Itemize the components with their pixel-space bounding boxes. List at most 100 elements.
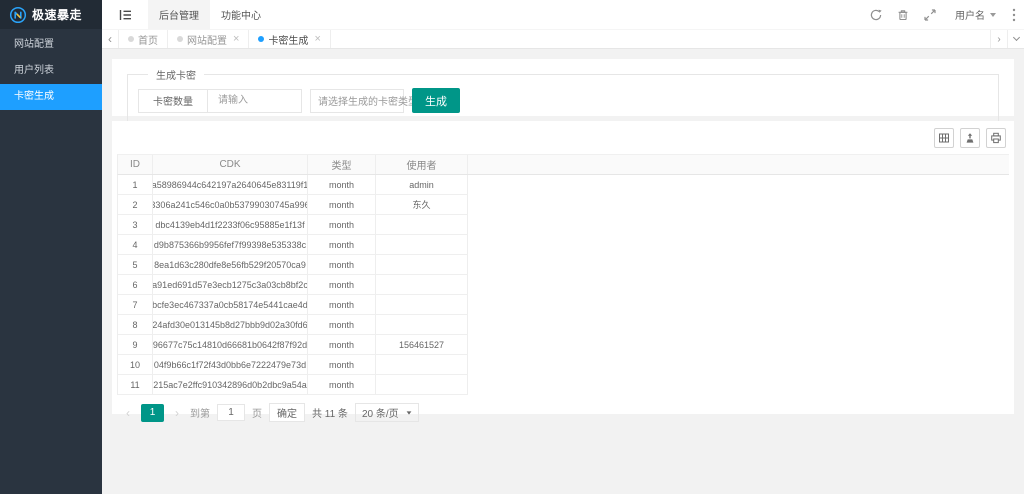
table-cell: 8ea1d63c280dfe8e56fb529f20570ca9 (153, 255, 308, 274)
tab-dot-icon (177, 36, 183, 42)
export-button[interactable] (960, 128, 980, 148)
trash-icon (897, 9, 909, 21)
card-type-placeholder: 请选择生成的卡密类型 (318, 93, 418, 108)
table-row: 58ea1d63c280dfe8e56fb529f20570ca9month (118, 255, 468, 275)
collapse-sidebar-button[interactable] (102, 0, 148, 29)
sidebar-item-card-key-generate[interactable]: 卡密生成 (0, 84, 102, 110)
table-cell: month (308, 295, 376, 314)
table-body: 1a58986944c642197a2640645e83119f1monthad… (117, 175, 468, 395)
tabs-scroll-right-button[interactable]: › (990, 30, 1007, 48)
quantity-input[interactable] (207, 89, 302, 113)
tab-card-key-generate[interactable]: 卡密生成× (249, 30, 330, 48)
goto-prefix-label: 到第 (190, 405, 210, 420)
table-cell: 156461527 (376, 335, 468, 354)
tabs-scroll-left-button[interactable]: ‹ (102, 30, 119, 48)
quantity-label: 卡密数量 (138, 89, 208, 113)
app-window: 极速暴走 网站配置用户列表卡密生成 后台管理 功能中心 (0, 0, 1024, 494)
table-toolbar (117, 125, 1009, 154)
table-cell: 24afd30e013145b8d27bbb9d02a30fd6 (153, 315, 308, 334)
next-page-button[interactable]: › (171, 406, 183, 420)
clear-cache-button[interactable] (889, 0, 916, 29)
goto-suffix-label: 页 (252, 405, 262, 420)
sidebar-item-user-list[interactable]: 用户列表 (0, 58, 102, 84)
table-cell: a91ed691d57e3ecb1275c3a03cb8bf2c (153, 275, 308, 294)
print-button[interactable] (986, 128, 1006, 148)
goto-confirm-button[interactable]: 确定 (269, 403, 305, 422)
table-cell (376, 315, 468, 334)
current-page-button[interactable]: 1 (141, 404, 164, 422)
refresh-button[interactable] (862, 0, 889, 29)
table-cell: 10 (118, 355, 153, 374)
column-header-id[interactable]: ID (118, 155, 153, 174)
tab-home[interactable]: 首页 (119, 30, 168, 48)
table-cell: 2 (118, 195, 153, 214)
filter-columns-icon (938, 132, 950, 144)
tab-site-config[interactable]: 网站配置 × (168, 30, 249, 48)
fullscreen-button[interactable] (916, 0, 943, 29)
page-size-select[interactable]: 20 条/页 (355, 403, 419, 422)
topnav-tab-admin[interactable]: 后台管理 (148, 0, 210, 29)
table-cell: 9 (118, 335, 153, 354)
tabs-menu-button[interactable] (1007, 30, 1024, 48)
table-row: 11215ac7e2ffc910342896d0b2dbc9a54amonth (118, 375, 468, 395)
table-cell: admin (376, 175, 468, 194)
print-icon (990, 132, 1002, 144)
filter-columns-button[interactable] (934, 128, 954, 148)
table-card: ID CDK 类型 使用者 1a58986944c642197a2640645e… (112, 121, 1014, 414)
refresh-icon (870, 9, 882, 21)
tab-close-icon[interactable]: × (314, 34, 320, 45)
table-cell (376, 355, 468, 374)
table-cell (376, 255, 468, 274)
user-menu[interactable]: 用户名 (943, 0, 1006, 29)
page-size-label: 20 条/页 (362, 405, 399, 420)
user-caret-icon (990, 13, 996, 17)
fullscreen-icon (924, 9, 936, 21)
table-cell: month (308, 275, 376, 294)
generate-card: 生成卡密 卡密数量 请选择生成的卡密类型 生成 (112, 59, 1014, 116)
prev-page-button[interactable]: ‹ (122, 406, 134, 420)
column-header-cdk[interactable]: CDK (153, 155, 308, 174)
export-icon (964, 132, 976, 144)
table-row: 1004f9b66c1f72f43d0bb6e7222479e73dmonth (118, 355, 468, 375)
table-header: ID CDK 类型 使用者 (117, 154, 1009, 175)
table-cell: month (308, 375, 376, 394)
total-count-label: 共 11 条 (312, 405, 348, 420)
table-row: 6a91ed691d57e3ecb1275c3a03cb8bf2cmonth (118, 275, 468, 295)
table-cell: month (308, 355, 376, 374)
table-cell: dbc4139eb4d1f2233f06c95885e1f13f (153, 215, 308, 234)
pagination: ‹ 1 › 到第 页 确定 共 11 条 20 条/页 (117, 395, 1009, 422)
table-cell (376, 215, 468, 234)
table-cell: d9b875366b9956fef7f99398e535338c (153, 235, 308, 254)
table-cell: 东久 (376, 195, 468, 214)
sidebar: 极速暴走 网站配置用户列表卡密生成 (0, 0, 102, 494)
table-cell: 1 (118, 175, 153, 194)
table-cell: 11 (118, 375, 153, 394)
app-title: 极速暴走 (32, 6, 82, 23)
tab-dot-icon (258, 36, 264, 42)
tab-close-icon[interactable]: × (233, 34, 239, 45)
topnav-tab-function-center[interactable]: 功能中心 (210, 0, 272, 29)
table-cell: month (308, 175, 376, 194)
goto-page-input[interactable] (217, 404, 245, 421)
column-header-type[interactable]: 类型 (308, 155, 376, 174)
table-row: 1a58986944c642197a2640645e83119f1monthad… (118, 175, 468, 195)
page-content: 生成卡密 卡密数量 请选择生成的卡密类型 生成 (102, 49, 1024, 494)
tabbar-right-controls: › (990, 30, 1024, 48)
generate-button[interactable]: 生成 (412, 88, 460, 113)
sidebar-item-site-config[interactable]: 网站配置 (0, 32, 102, 58)
tab-label: 网站配置 (187, 32, 227, 47)
more-settings-button[interactable] (1006, 0, 1022, 29)
generate-form-row: 卡密数量 请选择生成的卡密类型 生成 (138, 88, 988, 113)
card-type-select[interactable]: 请选择生成的卡密类型 (310, 89, 404, 113)
page-tabbar: ‹ 首页网站配置×卡密生成× › (102, 29, 1024, 49)
table-cell: 7 (118, 295, 153, 314)
column-header-user[interactable]: 使用者 (376, 155, 468, 174)
table-cell: month (308, 215, 376, 234)
table-cell: 8 (118, 315, 153, 334)
table-row: 7bcfe3ec467337a0cb58174e5441cae4dmonth (118, 295, 468, 315)
logo: 极速暴走 (0, 0, 102, 29)
table-cell: 6 (118, 275, 153, 294)
table-row: 4d9b875366b9956fef7f99398e535338cmonth (118, 235, 468, 255)
column-header-filler (468, 155, 1009, 174)
tab-label: 首页 (138, 32, 158, 47)
